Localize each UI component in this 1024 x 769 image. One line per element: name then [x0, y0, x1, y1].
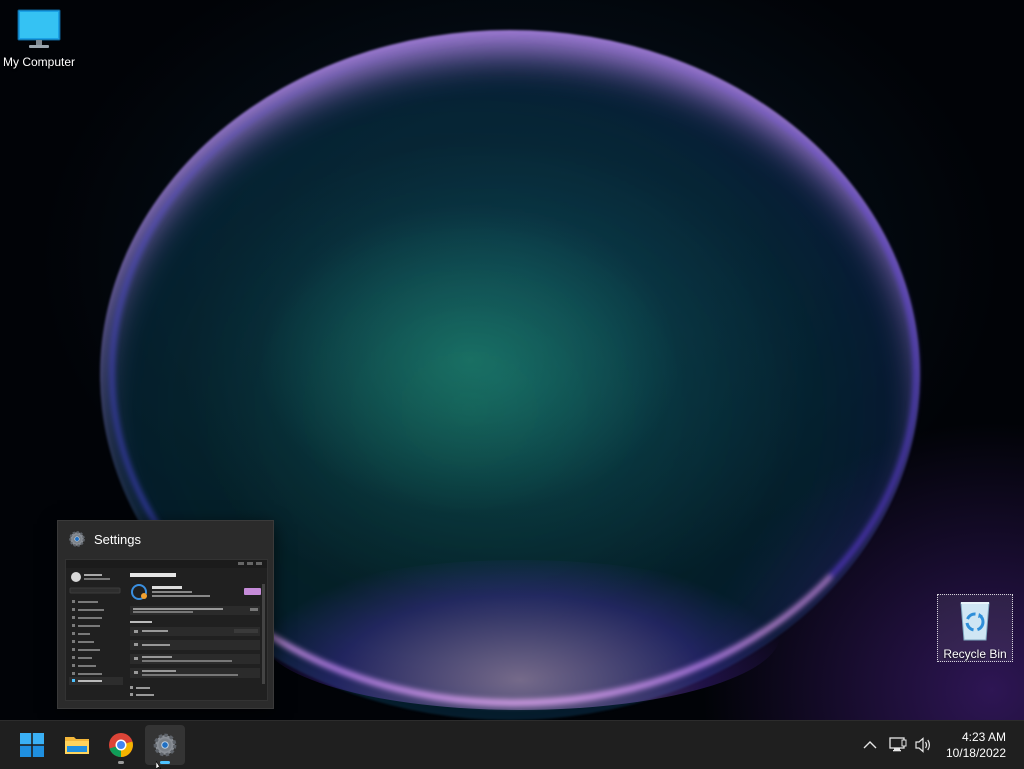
clock-time: 4:23 AM	[961, 730, 1006, 744]
gear-icon	[153, 733, 177, 757]
thumbnail-preview	[65, 559, 268, 701]
folder-icon	[65, 737, 89, 754]
network-icon	[889, 737, 907, 752]
monitor-icon	[17, 9, 61, 48]
taskbar-file-explorer[interactable]	[57, 725, 97, 765]
clock-date: 10/18/2022	[945, 746, 1006, 760]
taskbar-settings[interactable]	[145, 725, 185, 765]
recycle-bin-icon	[960, 602, 990, 641]
settings-window-preview	[66, 560, 267, 700]
desktop-icon-label: Recycle Bin	[943, 647, 1007, 661]
desktop-icon-label: My Computer	[2, 55, 76, 69]
desktop-icon-recycle-bin[interactable]: Recycle Bin	[937, 594, 1013, 662]
taskbar-chrome[interactable]	[101, 725, 141, 765]
thumbnail-title-bar: Settings	[68, 530, 141, 548]
tray-overflow-button[interactable]	[860, 721, 880, 769]
start-button[interactable]	[12, 725, 52, 765]
volume-icon	[915, 737, 930, 753]
windows-logo-icon	[20, 733, 44, 757]
gear-icon	[69, 531, 85, 547]
chevron-up-icon	[863, 741, 877, 749]
tray-volume-button[interactable]	[912, 721, 936, 769]
taskbar-thumbnail-settings[interactable]: Settings	[57, 520, 274, 709]
taskbar: 4:23 AM 10/18/2022	[0, 720, 1024, 769]
wallpaper-violet-wash	[700, 420, 1024, 720]
thumbnail-title: Settings	[94, 531, 141, 547]
chrome-icon	[109, 733, 133, 757]
taskbar-clock[interactable]: 4:23 AM 10/18/2022	[946, 729, 1006, 761]
desktop-icon-my-computer[interactable]: My Computer	[0, 8, 78, 69]
running-indicator	[118, 761, 124, 764]
tray-network-button[interactable]	[886, 721, 910, 769]
